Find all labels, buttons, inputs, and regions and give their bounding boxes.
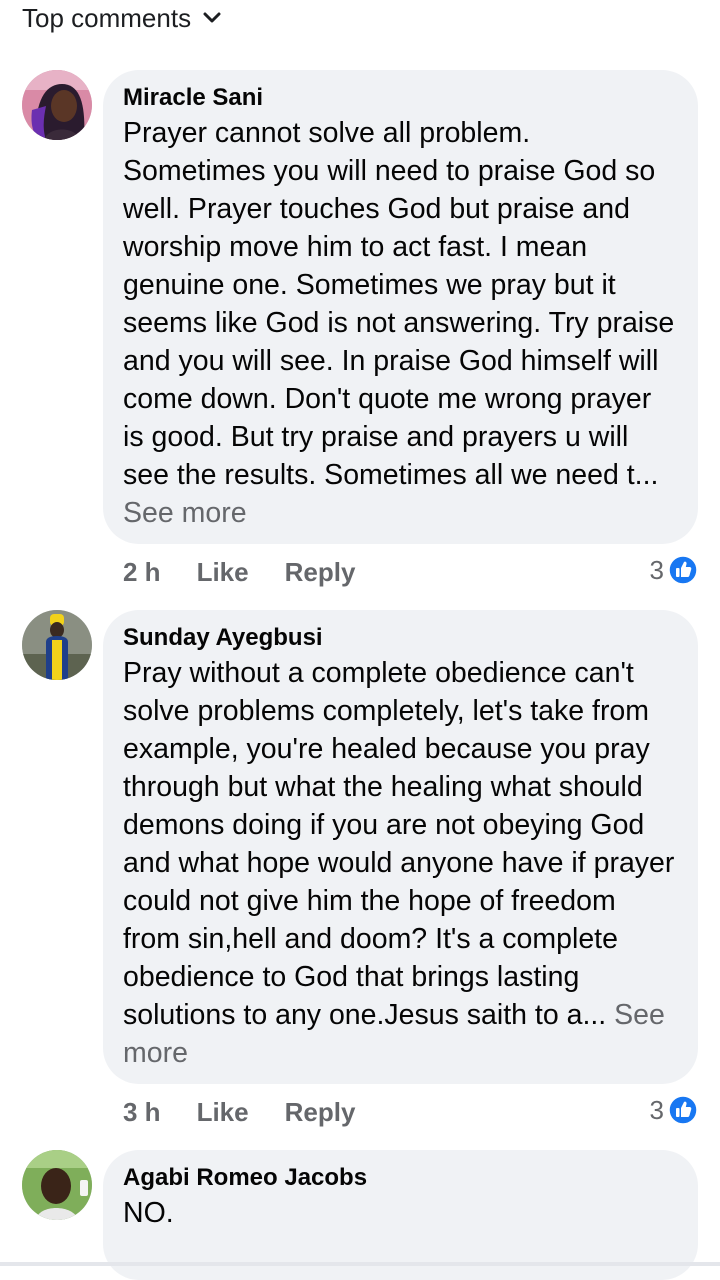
profile-photo — [22, 1150, 92, 1220]
profile-photo — [22, 70, 92, 140]
thumbs-up-icon — [668, 555, 698, 585]
divider — [0, 1262, 720, 1266]
comment-body: Prayer cannot solve all problem. Sometim… — [123, 117, 675, 491]
comment-bubble: Miracle Sani Prayer cannot solve all pro… — [103, 70, 698, 544]
comment-timestamp[interactable]: 3 h — [123, 1097, 161, 1128]
like-button[interactable]: Like — [197, 1097, 249, 1128]
comment-author[interactable]: Agabi Romeo Jacobs — [123, 1162, 678, 1194]
comment-actions: 3 h Like Reply — [123, 1092, 355, 1132]
comment-author[interactable]: Miracle Sani — [123, 82, 678, 114]
thumbs-up-icon — [668, 1095, 698, 1125]
profile-photo — [22, 610, 92, 680]
reaction-count: 3 — [649, 554, 664, 585]
comment-bubble: Sunday Ayegbusi Pray without a complete … — [103, 610, 698, 1084]
comment-text: Prayer cannot solve all problem. Sometim… — [123, 114, 678, 532]
reaction-count: 3 — [649, 1094, 664, 1125]
avatar[interactable] — [22, 610, 92, 680]
comment-actions: 2 h Like Reply — [123, 552, 355, 592]
comment-bubble: Agabi Romeo Jacobs NO. — [103, 1150, 698, 1280]
like-button[interactable]: Like — [197, 557, 249, 588]
comment-timestamp[interactable]: 2 h — [123, 557, 161, 588]
reply-button[interactable]: Reply — [285, 557, 356, 588]
avatar[interactable] — [22, 70, 92, 140]
see-more-link[interactable]: See more — [123, 497, 247, 529]
avatar[interactable] — [22, 1150, 92, 1220]
reply-button[interactable]: Reply — [285, 1097, 356, 1128]
sort-label: Top comments — [22, 3, 192, 33]
reaction-summary[interactable]: 3 — [650, 1090, 698, 1130]
comment-text: NO. — [123, 1197, 174, 1229]
reaction-summary[interactable]: 3 — [650, 550, 698, 590]
comment-body: Pray without a complete obedience can't … — [123, 657, 675, 1031]
comment-sort-dropdown[interactable]: Top comments — [22, 0, 221, 36]
comment-text: Pray without a complete obedience can't … — [123, 654, 678, 1072]
comment-author[interactable]: Sunday Ayegbusi — [123, 622, 678, 654]
chevron-down-icon — [203, 12, 221, 23]
